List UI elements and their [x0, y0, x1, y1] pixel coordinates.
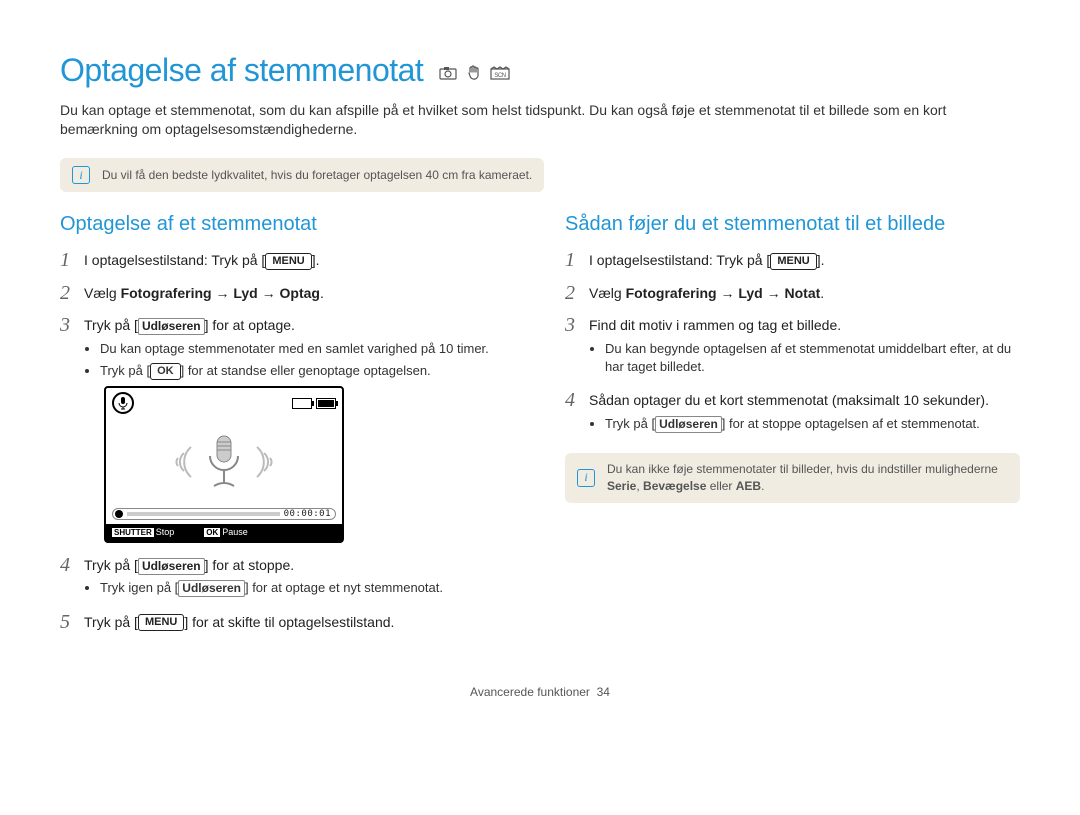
step-text: Vælg Fotografering → Lyd → Optag. [84, 284, 515, 304]
shutter-key: Udløseren [138, 318, 205, 335]
step-number: 4 [60, 553, 84, 604]
ok-key: OK [150, 363, 181, 380]
sound-wave-left-icon [166, 437, 196, 487]
scene-mode-icon: SCN [490, 65, 510, 81]
step-bullets: Du kan begynde optagelsen af et stemmeno… [589, 340, 1020, 376]
step-number: 1 [60, 248, 84, 275]
footer-section: Avancerede funktioner [470, 685, 590, 699]
content-columns: Optagelse af et stemmenotat 1 I optagels… [60, 210, 1020, 642]
right-column: Sådan føjer du et stemmenotat til et bil… [565, 210, 1020, 642]
right-step-3: 3 Find dit motiv i rammen og tag et bill… [565, 313, 1020, 382]
menu-key: MENU [265, 253, 311, 270]
step-text: Tryk på [MENU] for at skifte til optagel… [84, 613, 515, 633]
right-step-4: 4 Sådan optager du et kort stemmenotat (… [565, 388, 1020, 439]
step-bullets: Tryk igen på [Udløseren] for at optage e… [84, 579, 515, 597]
step-text: Tryk på [Udløseren] for at optage. [84, 316, 515, 336]
right-step-1: 1 I optagelsestilstand: Tryk på [MENU]. [565, 248, 1020, 275]
sound-wave-right-icon [252, 437, 282, 487]
battery-indicators [292, 398, 336, 409]
shutter-stop-label: SHUTTERStop [112, 526, 174, 539]
step-number: 3 [565, 313, 589, 382]
page-intro: Du kan optage et stemmenotat, som du kan… [60, 101, 1020, 140]
battery-icon [316, 398, 336, 409]
left-column: Optagelse af et stemmenotat 1 I optagels… [60, 210, 515, 642]
note-icon: i [72, 166, 90, 184]
hand-mode-icon [464, 65, 484, 81]
step-text: I optagelsestilstand: Tryk på [MENU]. [589, 251, 1020, 271]
right-note-box: i Du kan ikke føje stemmenotater til bil… [565, 453, 1020, 503]
step-bullets: Tryk på [Udløseren] for at stoppe optage… [589, 415, 1020, 433]
step-number: 5 [60, 610, 84, 637]
shutter-key: Udløseren [178, 580, 245, 597]
page-title: Optagelse af stemmenotat SCN [60, 48, 1020, 93]
left-step-1: 1 I optagelsestilstand: Tryk på [MENU]. [60, 248, 515, 275]
left-step-5: 5 Tryk på [MENU] for at skifte til optag… [60, 610, 515, 637]
step-number: 1 [565, 248, 589, 275]
bullet: Tryk på [OK] for at standse eller genopt… [100, 362, 515, 380]
title-text: Optagelse af stemmenotat [60, 52, 423, 88]
footer-page-number: 34 [597, 685, 610, 699]
camera-screen-illustration: 00:00:01 SHUTTERStop OKPause [104, 386, 344, 543]
step-bullets: Du kan optage stemmenotater med en samle… [84, 340, 515, 380]
step-number: 2 [60, 281, 84, 308]
mic-recording-icon [112, 392, 134, 414]
shutter-key: Udløseren [655, 416, 722, 433]
step-number: 2 [565, 281, 589, 308]
recording-progress-bar: 00:00:01 [112, 508, 336, 520]
memory-icon [292, 398, 312, 409]
mode-icons: SCN [438, 65, 510, 81]
step-text: Tryk på [Udløseren] for at stoppe. [84, 556, 515, 576]
ok-pause-label: OKPause [204, 526, 248, 539]
step-text: I optagelsestilstand: Tryk på [MENU]. [84, 251, 515, 271]
camera-mode-icon [438, 65, 458, 81]
timecode: 00:00:01 [284, 508, 331, 521]
note-icon: i [577, 469, 595, 487]
menu-key: MENU [770, 253, 816, 270]
top-note-box: i Du vil få den bedste lydkvalitet, hvis… [60, 158, 544, 192]
top-note-text: Du vil få den bedste lydkvalitet, hvis d… [102, 167, 532, 184]
step-text: Sådan optager du et kort stemmenotat (ma… [589, 391, 1020, 411]
bullet: Du kan begynde optagelsen af et stemmeno… [605, 340, 1020, 376]
step-number: 4 [565, 388, 589, 439]
bullet: Tryk på [Udløseren] for at stoppe optage… [605, 415, 1020, 433]
left-step-2: 2 Vælg Fotografering → Lyd → Optag. [60, 281, 515, 308]
shutter-key: Udløseren [138, 558, 205, 575]
step-text: Find dit motiv i rammen og tag et billed… [589, 316, 1020, 336]
left-step-4: 4 Tryk på [Udløseren] for at stoppe. Try… [60, 553, 515, 604]
left-step-3: 3 Tryk på [Udløseren] for at optage. Du … [60, 313, 515, 547]
svg-text:SCN: SCN [494, 73, 505, 79]
right-heading: Sådan føjer du et stemmenotat til et bil… [565, 210, 1020, 238]
screen-footer-bar: SHUTTERStop OKPause [106, 524, 342, 541]
step-number: 3 [60, 313, 84, 547]
page-footer: Avancerede funktioner 34 [60, 684, 1020, 701]
menu-key: MENU [138, 614, 184, 631]
bullet: Tryk igen på [Udløseren] for at optage e… [100, 579, 515, 597]
left-heading: Optagelse af et stemmenotat [60, 210, 515, 238]
step-text: Vælg Fotografering → Lyd → Notat. [589, 284, 1020, 304]
microphone-large-icon [202, 432, 246, 492]
right-note-text: Du kan ikke føje stemmenotater til bille… [607, 461, 1008, 495]
bullet: Du kan optage stemmenotater med en samle… [100, 340, 515, 358]
right-step-2: 2 Vælg Fotografering → Lyd → Notat. [565, 281, 1020, 308]
